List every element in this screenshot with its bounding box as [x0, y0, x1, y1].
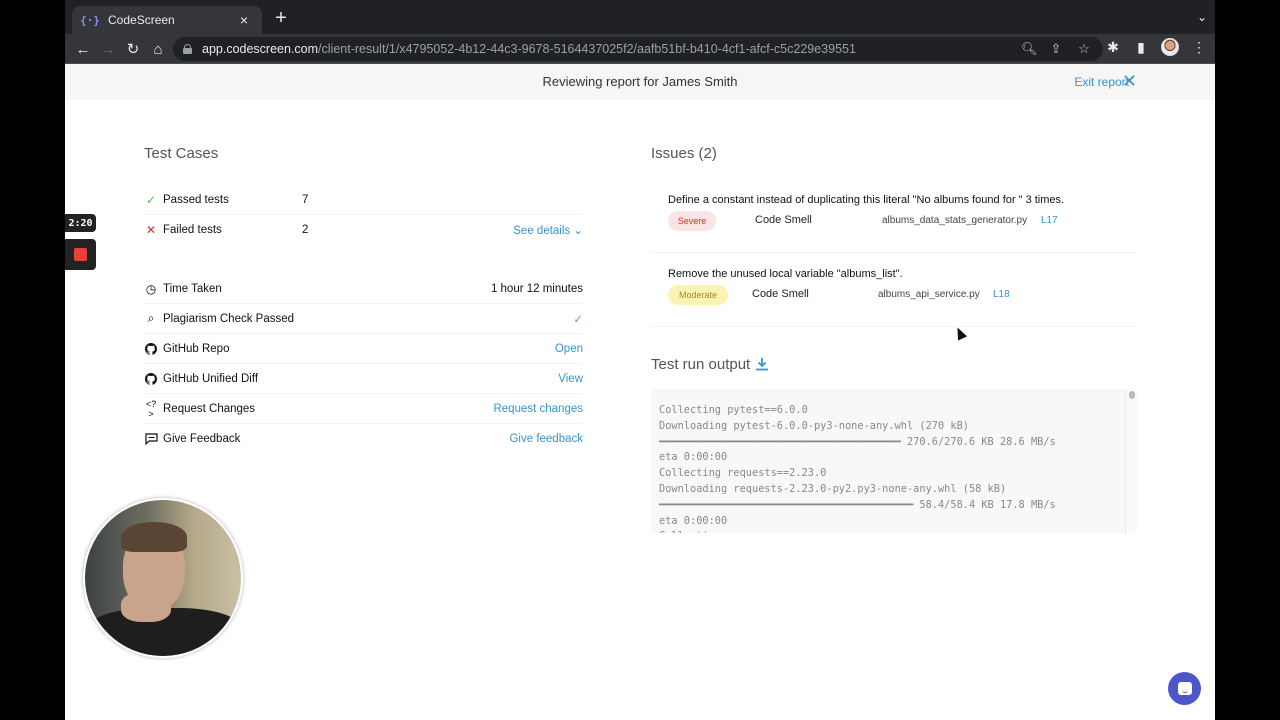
- side-panel-icon[interactable]: ▮: [1133, 39, 1149, 56]
- exit-report-link[interactable]: Exit report: [1074, 75, 1129, 89]
- issue-line-link[interactable]: L18: [993, 289, 1010, 300]
- browser-tab[interactable]: {·} CodeScreen ×: [72, 6, 262, 34]
- webcam-figure-hand: [121, 592, 171, 622]
- url-path: /client-result/1/x4795052-4b12-44c3-9678…: [318, 42, 856, 56]
- request-changes-label: Request Changes: [163, 402, 256, 415]
- reload-button[interactable]: ↻: [123, 39, 143, 59]
- request-changes-row: <?> Request Changes Request changes: [144, 394, 583, 424]
- scrollbar-thumb[interactable]: [1129, 391, 1135, 399]
- time-taken-label: Time Taken: [163, 282, 222, 295]
- github-diff-view-link[interactable]: View: [558, 373, 583, 385]
- close-icon[interactable]: ✕: [1122, 71, 1137, 91]
- issue-message: Define a constant instead of duplicating…: [668, 194, 1065, 206]
- chat-icon: [1177, 682, 1192, 695]
- github-repo-row: GitHub Repo Open: [144, 334, 583, 364]
- issue-divider: [651, 326, 1137, 327]
- home-button[interactable]: ⌂: [148, 39, 168, 59]
- time-taken-row: ◷ Time Taken 1 hour 12 minutes: [144, 274, 583, 304]
- zoom-icon[interactable]: 🔍︎: [1021, 41, 1038, 57]
- webcam-figure-hair: [121, 522, 187, 552]
- clock-icon: ◷: [145, 281, 157, 296]
- forward-button[interactable]: →: [98, 39, 118, 59]
- extensions-puzzle-icon[interactable]: ✱: [1105, 39, 1121, 56]
- back-button[interactable]: ←: [73, 39, 93, 59]
- bookmark-star-icon[interactable]: ☆: [1077, 41, 1091, 57]
- passed-tests-count: 7: [302, 193, 309, 206]
- severity-badge: Severe: [668, 211, 716, 231]
- video-letterbox-right: [1215, 0, 1280, 720]
- mouse-cursor: [952, 325, 968, 341]
- github-icon: [144, 372, 158, 385]
- give-feedback-row: Give Feedback Give feedback: [144, 424, 583, 454]
- profile-avatar[interactable]: [1161, 38, 1179, 56]
- passed-tests-row: ✓ Passed tests 7: [144, 185, 583, 215]
- issue-type: Code Smell: [752, 288, 809, 300]
- tab-close-icon[interactable]: ×: [236, 12, 252, 28]
- chat-launcher-button[interactable]: [1168, 672, 1201, 705]
- time-taken-value: 1 hour 12 minutes: [490, 282, 583, 295]
- failed-tests-row: ✕ Failed tests 2 See details ⌄: [144, 215, 583, 245]
- feedback-icon: [144, 433, 158, 445]
- codescreen-favicon-icon: {·}: [80, 13, 100, 27]
- issue-message: Remove the unused local variable "albums…: [668, 268, 903, 280]
- review-banner: Reviewing report for James Smith Exit re…: [65, 64, 1215, 100]
- passed-tests-label: Passed tests: [163, 193, 229, 206]
- check-icon: ✓: [145, 192, 157, 207]
- issue-line-link[interactable]: L17: [1041, 215, 1058, 226]
- tab-strip: {·} CodeScreen × + ⌄: [65, 0, 1215, 34]
- test-output-text: Collecting pytest==6.0.0 Downloading pyt…: [659, 404, 1056, 533]
- issue-type: Code Smell: [755, 214, 812, 226]
- issue-file: albums_api_service.py: [878, 289, 980, 300]
- tab-title: CodeScreen: [108, 13, 175, 27]
- output-scrollbar[interactable]: [1125, 389, 1137, 533]
- stop-recording-button[interactable]: [65, 239, 96, 270]
- see-details-link[interactable]: See details ⌄: [513, 223, 583, 237]
- browser-toolbar: ← → ↻ ⌂ app.codescreen.com/client-result…: [65, 34, 1215, 64]
- issues-heading: Issues (2): [651, 145, 717, 162]
- failed-tests-label: Failed tests: [163, 224, 222, 236]
- request-changes-link[interactable]: Request changes: [493, 403, 583, 415]
- github-repo-open-link[interactable]: Open: [555, 343, 583, 355]
- download-icon[interactable]: [754, 356, 770, 372]
- browser-menu-icon[interactable]: ⋮: [1191, 39, 1207, 56]
- issue-divider: [651, 252, 1137, 253]
- request-changes-icon: <?>: [145, 398, 157, 419]
- plagiarism-row: ⌕ Plagiarism Check Passed ✓: [144, 304, 583, 334]
- webcam-overlay: [83, 498, 243, 658]
- recording-timer: 2:20: [65, 214, 96, 232]
- plagiarism-label: Plagiarism Check Passed: [163, 312, 295, 325]
- video-letterbox-left: [0, 0, 65, 720]
- address-bar[interactable]: app.codescreen.com/client-result/1/x4795…: [173, 37, 1103, 61]
- new-tab-button[interactable]: +: [271, 8, 291, 28]
- cross-icon: ✕: [145, 223, 157, 237]
- github-repo-label: GitHub Repo: [163, 342, 230, 355]
- test-output-console[interactable]: Collecting pytest==6.0.0 Downloading pyt…: [651, 389, 1137, 533]
- search-icon: ⌕: [147, 311, 155, 325]
- stop-icon: [74, 248, 87, 261]
- issue-file: albums_data_stats_generator.py: [882, 215, 1028, 226]
- lock-icon[interactable]: [183, 44, 192, 54]
- give-feedback-link[interactable]: Give feedback: [509, 433, 583, 445]
- browser-window: {·} CodeScreen × + ⌄ ← → ↻ ⌂ app.codescr…: [65, 0, 1215, 720]
- give-feedback-label: Give Feedback: [163, 433, 241, 445]
- test-cases-heading: Test Cases: [144, 145, 219, 162]
- review-banner-text: Reviewing report for James Smith: [542, 74, 738, 89]
- test-output-heading: Test run output: [651, 356, 751, 373]
- tab-search-chevron-icon[interactable]: ⌄: [1197, 10, 1207, 24]
- plagiarism-check-icon: ✓: [573, 313, 583, 326]
- github-diff-label: GitHub Unified Diff: [163, 372, 259, 385]
- github-diff-row: GitHub Unified Diff View: [144, 364, 583, 394]
- failed-tests-count: 2: [302, 224, 309, 236]
- severity-badge: Moderate: [668, 285, 728, 305]
- github-icon: [144, 342, 158, 355]
- share-icon[interactable]: ⇪: [1049, 41, 1063, 57]
- url-host: app.codescreen.com: [202, 42, 319, 56]
